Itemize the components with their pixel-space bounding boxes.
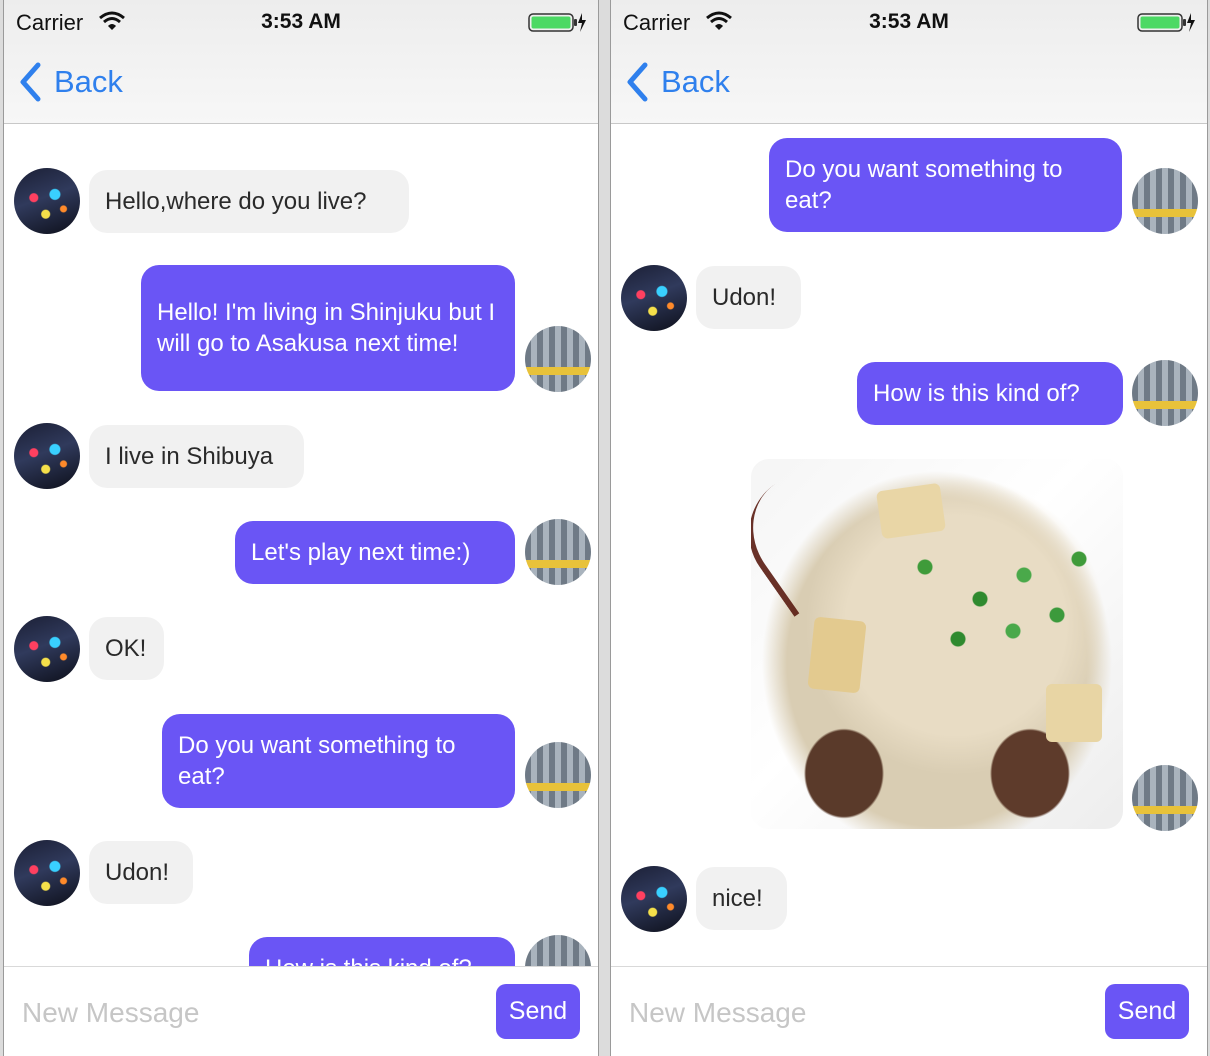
avatar[interactable] bbox=[621, 866, 687, 932]
food-photo[interactable] bbox=[751, 459, 1123, 829]
avatar[interactable] bbox=[14, 423, 80, 489]
avatar[interactable] bbox=[1132, 168, 1198, 234]
incoming-message: nice! bbox=[696, 867, 787, 930]
message-text: How is this kind of? bbox=[873, 380, 1080, 407]
message-text: How is this kind of? bbox=[265, 953, 472, 966]
composer-bar: Send bbox=[611, 966, 1207, 1056]
incoming-message: OK! bbox=[89, 617, 164, 680]
send-button[interactable]: Send bbox=[1105, 984, 1189, 1039]
status-bar: Carrier 3:53 AM bbox=[4, 8, 598, 38]
outgoing-message: Hello! I'm living in Shinjuku but I will… bbox=[141, 265, 515, 391]
photo-tofu bbox=[1046, 684, 1102, 742]
back-chevron-icon bbox=[627, 62, 648, 102]
send-button[interactable]: Send bbox=[496, 984, 580, 1039]
back-button[interactable]: Back bbox=[18, 60, 123, 104]
message-text: Do you want something to eat? bbox=[785, 156, 1063, 214]
battery-icon bbox=[1137, 13, 1195, 32]
chat-screen-right: Carrier 3:53 AM Back Do you want somethi… bbox=[610, 0, 1208, 1056]
avatar[interactable] bbox=[14, 616, 80, 682]
message-text: Let's play next time:) bbox=[251, 539, 471, 566]
back-label: Back bbox=[54, 64, 123, 99]
incoming-message: Hello,where do you live? bbox=[89, 170, 409, 233]
message-text: Hello,where do you live? bbox=[105, 188, 367, 215]
message-text: Hello! I'm living in Shinjuku but I will… bbox=[157, 299, 496, 357]
message-text: I live in Shibuya bbox=[105, 443, 274, 470]
back-label: Back bbox=[661, 64, 730, 99]
message-input[interactable] bbox=[22, 991, 462, 1035]
message-text: OK! bbox=[105, 635, 147, 662]
message-text: Udon! bbox=[105, 859, 170, 886]
status-time: 3:53 AM bbox=[261, 10, 341, 33]
photo-sauce bbox=[751, 461, 877, 617]
photo-green-onions bbox=[881, 519, 1101, 679]
outgoing-message: How is this kind of? bbox=[249, 937, 515, 966]
status-time: 3:53 AM bbox=[869, 10, 949, 33]
avatar[interactable] bbox=[525, 326, 591, 392]
navigation-bar: Carrier 3:53 AM Back bbox=[4, 0, 598, 124]
outgoing-message: How is this kind of? bbox=[857, 362, 1123, 425]
status-bar: Carrier 3:53 AM bbox=[611, 8, 1207, 38]
avatar[interactable] bbox=[1132, 765, 1198, 831]
back-chevron-icon bbox=[20, 62, 41, 102]
outgoing-message: Do you want something to eat? bbox=[769, 138, 1122, 232]
photo-tofu bbox=[807, 616, 867, 694]
message-text: nice! bbox=[712, 885, 763, 912]
avatar[interactable] bbox=[14, 840, 80, 906]
navigation-bar: Carrier 3:53 AM Back bbox=[611, 0, 1207, 124]
chat-screen-left: Carrier 3:53 AM Back Hello,where do you … bbox=[3, 0, 599, 1056]
avatar[interactable] bbox=[14, 168, 80, 234]
message-input[interactable] bbox=[629, 991, 1069, 1035]
avatar[interactable] bbox=[525, 935, 591, 966]
battery-icon bbox=[528, 13, 586, 32]
avatar[interactable] bbox=[525, 742, 591, 808]
message-list[interactable]: Hello,where do you live? Hello! I'm livi… bbox=[4, 125, 598, 966]
message-text: Do you want something to eat? bbox=[178, 732, 456, 790]
composer-bar: Send bbox=[4, 966, 598, 1056]
avatar[interactable] bbox=[525, 519, 591, 585]
avatar[interactable] bbox=[1132, 360, 1198, 426]
message-text: Udon! bbox=[712, 284, 777, 311]
message-list[interactable]: Do you want something to eat? Udon! How … bbox=[611, 125, 1207, 966]
outgoing-message: Do you want something to eat? bbox=[162, 714, 515, 808]
back-button[interactable]: Back bbox=[625, 60, 730, 104]
avatar[interactable] bbox=[621, 265, 687, 331]
incoming-message: Udon! bbox=[696, 266, 801, 329]
incoming-message: Udon! bbox=[89, 841, 193, 904]
outgoing-message: Let's play next time:) bbox=[235, 521, 515, 584]
incoming-message: I live in Shibuya bbox=[89, 425, 304, 488]
